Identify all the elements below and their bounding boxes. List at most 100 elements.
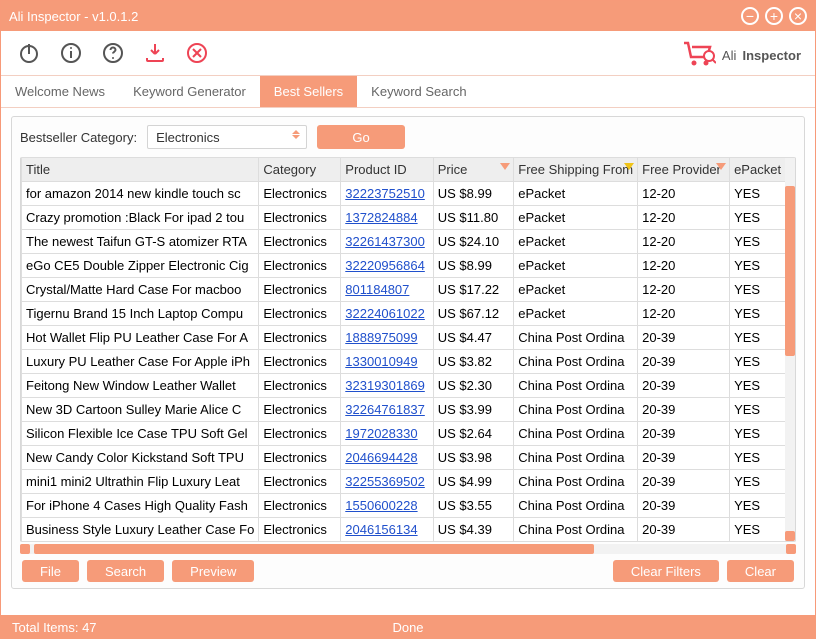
cell-title: For iPhone 4 Cases High Quality Fash <box>22 494 259 518</box>
table-row[interactable]: For iPhone 4 Cases High Quality FashElec… <box>22 494 795 518</box>
product-id-link[interactable]: 1372824884 <box>345 210 417 225</box>
table-row[interactable]: eGo CE5 Double Zipper Electronic CigElec… <box>22 254 795 278</box>
main-panel: Bestseller Category: Electronics Go Titl… <box>11 116 805 589</box>
cell-product-id: 801184807 <box>341 278 433 302</box>
cell-price: US $4.39 <box>433 518 514 542</box>
col-free-shipping[interactable]: Free Shipping From <box>514 158 638 182</box>
cell-shipping: China Post Ordina <box>514 446 638 470</box>
table-row[interactable]: The newest Taifun GT-S atomizer RTAElect… <box>22 230 795 254</box>
cell-shipping: ePacket <box>514 206 638 230</box>
product-id-link[interactable]: 1972028330 <box>345 426 417 441</box>
cell-provider: 20-39 <box>638 422 730 446</box>
filter-icon[interactable] <box>624 163 634 170</box>
cell-category: Electronics <box>259 446 341 470</box>
product-id-link[interactable]: 32255369502 <box>345 474 425 489</box>
scroll-corner-left <box>20 544 30 554</box>
status-state: Done <box>392 620 423 635</box>
cell-title: eGo CE5 Double Zipper Electronic Cig <box>22 254 259 278</box>
col-product-id[interactable]: Product ID <box>341 158 433 182</box>
product-id-link[interactable]: 32224061022 <box>345 306 425 321</box>
clear-filters-button[interactable]: Clear Filters <box>613 560 719 582</box>
product-id-link[interactable]: 1550600228 <box>345 498 417 513</box>
cell-shipping: China Post Ordina <box>514 398 638 422</box>
horizontal-scrollbar[interactable] <box>20 544 796 554</box>
cell-provider: 20-39 <box>638 326 730 350</box>
product-id-link[interactable]: 32223752510 <box>345 186 425 201</box>
cell-provider: 12-20 <box>638 206 730 230</box>
cell-category: Electronics <box>259 206 341 230</box>
product-id-link[interactable]: 32319301869 <box>345 378 425 393</box>
col-free-provider[interactable]: Free Provider <box>638 158 730 182</box>
clear-button[interactable]: Clear <box>727 560 794 582</box>
filter-icon[interactable] <box>500 163 510 170</box>
cell-category: Electronics <box>259 254 341 278</box>
table-row[interactable]: Business Style Luxury Leather Case FoEle… <box>22 518 795 542</box>
product-id-link[interactable]: 32220956864 <box>345 258 425 273</box>
product-id-link[interactable]: 2046156134 <box>345 522 417 537</box>
cell-shipping: ePacket <box>514 182 638 206</box>
cell-provider: 20-39 <box>638 470 730 494</box>
product-id-link[interactable]: 1330010949 <box>345 354 417 369</box>
cell-provider: 20-39 <box>638 374 730 398</box>
cell-title: Tigernu Brand 15 Inch Laptop Compu <box>22 302 259 326</box>
cell-price: US $3.82 <box>433 350 514 374</box>
tab-keyword-generator[interactable]: Keyword Generator <box>119 76 260 107</box>
col-category[interactable]: Category <box>259 158 341 182</box>
cell-product-id: 32220956864 <box>341 254 433 278</box>
table-row[interactable]: Tigernu Brand 15 Inch Laptop CompuElectr… <box>22 302 795 326</box>
col-price[interactable]: Price <box>433 158 514 182</box>
col-title[interactable]: Title <box>22 158 259 182</box>
cell-product-id: 1372824884 <box>341 206 433 230</box>
cell-provider: 20-39 <box>638 446 730 470</box>
maximize-button[interactable]: + <box>765 7 783 25</box>
power-icon[interactable] <box>15 39 43 67</box>
vertical-scrollbar[interactable] <box>785 158 795 541</box>
table-row[interactable]: Crystal/Matte Hard Case For macbooElectr… <box>22 278 795 302</box>
filter-icon[interactable] <box>716 163 726 170</box>
product-id-link[interactable]: 32261437300 <box>345 234 425 249</box>
go-button[interactable]: Go <box>317 125 405 149</box>
product-id-link[interactable]: 801184807 <box>345 282 409 297</box>
cell-price: US $8.99 <box>433 182 514 206</box>
close-button[interactable]: × <box>789 7 807 25</box>
table-row[interactable]: Hot Wallet Flip PU Leather Case For AEle… <box>22 326 795 350</box>
cell-category: Electronics <box>259 302 341 326</box>
cell-product-id: 32319301869 <box>341 374 433 398</box>
cell-product-id: 32224061022 <box>341 302 433 326</box>
minimize-button[interactable]: − <box>741 7 759 25</box>
table-row[interactable]: New 3D Cartoon Sulley Marie Alice CElect… <box>22 398 795 422</box>
tab-welcome-news[interactable]: Welcome News <box>1 76 119 107</box>
table-row[interactable]: New Candy Color Kickstand Soft TPUElectr… <box>22 446 795 470</box>
table-row[interactable]: mini1 mini2 Ultrathin Flip Luxury LeatEl… <box>22 470 795 494</box>
table-row[interactable]: Luxury PU Leather Case For Apple iPhElec… <box>22 350 795 374</box>
product-id-link[interactable]: 32264761837 <box>345 402 425 417</box>
table-row[interactable]: for amazon 2014 new kindle touch scElect… <box>22 182 795 206</box>
file-button[interactable]: File <box>22 560 79 582</box>
cell-title: for amazon 2014 new kindle touch sc <box>22 182 259 206</box>
tab-keyword-search[interactable]: Keyword Search <box>357 76 480 107</box>
horizontal-scroll-handle[interactable] <box>34 544 594 554</box>
tab-best-sellers[interactable]: Best Sellers <box>260 76 357 107</box>
cell-shipping: China Post Ordina <box>514 518 638 542</box>
preview-button[interactable]: Preview <box>172 560 254 582</box>
category-dropdown[interactable]: Electronics <box>147 125 307 149</box>
cell-product-id: 1888975099 <box>341 326 433 350</box>
category-value: Electronics <box>156 130 220 145</box>
cancel-icon[interactable] <box>183 39 211 67</box>
cell-shipping: ePacket <box>514 254 638 278</box>
table-row[interactable]: Silicon Flexible Ice Case TPU Soft GelEl… <box>22 422 795 446</box>
download-icon[interactable] <box>141 39 169 67</box>
cell-price: US $3.99 <box>433 398 514 422</box>
cell-title: Silicon Flexible Ice Case TPU Soft Gel <box>22 422 259 446</box>
table-row[interactable]: Crazy promotion :Black For ipad 2 touEle… <box>22 206 795 230</box>
vertical-scroll-handle[interactable] <box>785 186 795 356</box>
cell-provider: 20-39 <box>638 494 730 518</box>
product-id-link[interactable]: 1888975099 <box>345 330 417 345</box>
table-row[interactable]: Feitong New Window Leather WalletElectro… <box>22 374 795 398</box>
help-icon[interactable] <box>99 39 127 67</box>
product-id-link[interactable]: 2046694428 <box>345 450 417 465</box>
cell-category: Electronics <box>259 230 341 254</box>
info-icon[interactable] <box>57 39 85 67</box>
search-button[interactable]: Search <box>87 560 164 582</box>
category-label: Bestseller Category: <box>20 130 137 145</box>
